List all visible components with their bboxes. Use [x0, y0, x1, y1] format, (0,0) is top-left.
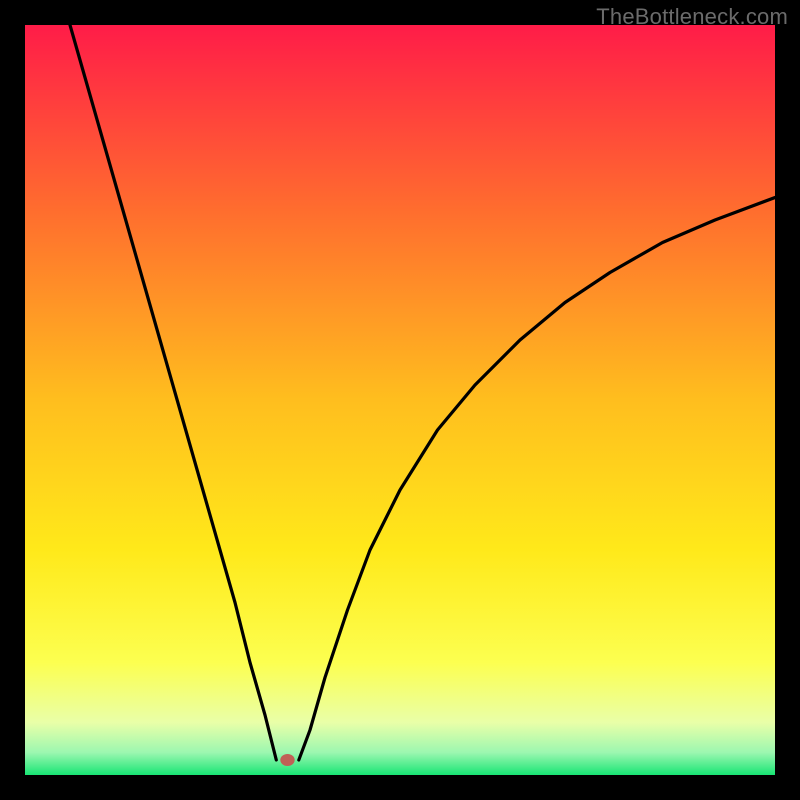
bottleneck-chart	[25, 25, 775, 775]
chart-frame	[25, 25, 775, 775]
optimal-point-marker	[280, 754, 294, 766]
gradient-background	[25, 25, 775, 775]
annotation-group	[280, 754, 294, 766]
watermark-text: TheBottleneck.com	[596, 4, 788, 30]
